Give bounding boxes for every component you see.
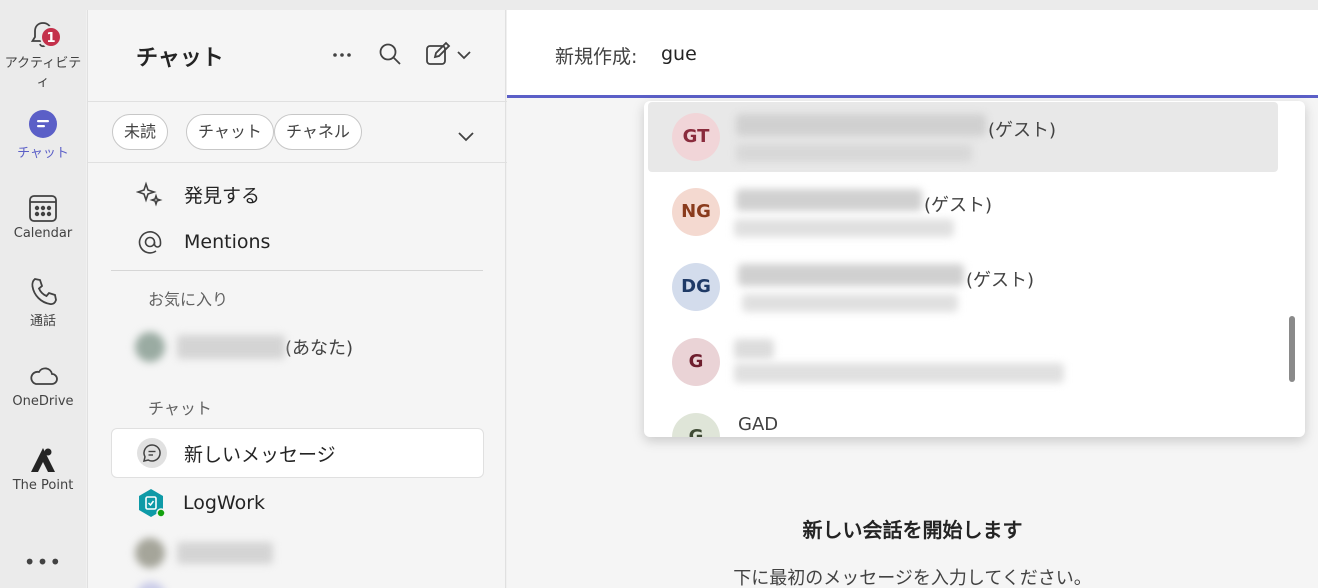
chat-row-new-message[interactable]: 新しいメッセージ [111,428,484,478]
calendar-icon [29,195,57,222]
favorites-heading: お気に入り [148,290,229,309]
redacted-email [742,294,958,312]
rail-chat[interactable]: チャット [0,108,86,161]
compose-pane: 新規作成: GT (ゲスト) NG (ゲスト) DG (ゲスト) G G [507,10,1318,588]
avatar: GT [672,113,720,161]
more-options-icon[interactable] [328,40,356,68]
activity-badge: 1 [40,26,62,48]
chat-list-pane: チャット 未読 チャット チャネル 発見する Mentions お気に入り (あ… [87,10,507,588]
avatar: DG [672,263,720,311]
suggestion-name: GAD [738,414,779,435]
header-divider [88,101,507,102]
rail-thepoint-label: The Point [12,478,74,493]
empty-state-subtitle: 下に最初のメッセージを入力してください。 [733,568,1092,588]
chevron-down-icon[interactable] [454,40,474,68]
chat-icon [29,110,57,138]
rail-onedrive[interactable]: OneDrive [0,360,86,409]
guest-tag: (ゲスト) [966,270,1035,291]
rail-activity[interactable]: アクティビティ 1 [0,18,86,90]
rail-calendar-label: Calendar [13,226,73,241]
filter-unread[interactable]: 未読 [112,114,169,150]
nav-discover-label: 発見する [184,184,261,207]
nav-mentions[interactable]: Mentions [136,224,270,260]
chat-row-logwork[interactable]: LogWork [111,478,484,528]
guest-tag: (ゲスト) [988,120,1057,141]
suggestion-item[interactable]: G [648,327,1278,397]
suggestion-item[interactable]: DG (ゲスト) [648,252,1278,322]
at-icon [138,231,162,254]
nav-mentions-label: Mentions [184,231,271,253]
redacted-name [177,335,285,359]
pane-title: チャット [136,46,224,71]
recipient-bar: 新規作成: [507,10,1318,98]
phone-icon [31,278,57,305]
the-point-app-icon [31,448,55,472]
avatar: G [672,338,720,386]
compose-icon[interactable] [424,40,452,68]
more-apps-icon[interactable]: ••• [0,550,86,574]
redacted-name [736,114,986,136]
avatar: G [672,413,720,437]
redacted-email [736,144,972,162]
chat-row-redacted[interactable] [111,528,484,578]
people-suggestions: GT (ゲスト) NG (ゲスト) DG (ゲスト) G G GAD [644,101,1305,437]
cloud-icon [30,367,58,385]
app-rail: アクティビティ 1 チャット Calendar 通話 OneDrive The … [0,10,86,588]
rail-chat-label: チャット [17,146,69,161]
avatar [135,538,165,568]
avatar: NG [672,188,720,236]
self-suffix: (あなた) [285,338,354,359]
chats-heading: チャット [148,399,212,418]
chat-row-label: 新しいメッセージ [184,443,336,466]
favorite-self-row[interactable]: (あなた) [111,322,484,372]
filter-channel[interactable]: チャネル [274,114,362,150]
rail-calls-label: 通話 [29,314,56,329]
sparkle-icon [136,181,163,207]
avatar [135,332,165,362]
rail-calls[interactable]: 通話 [0,276,86,329]
suggestion-item[interactable]: GT (ゲスト) [648,102,1278,172]
redacted-name [736,189,922,211]
nav-discover[interactable]: 発見する [136,176,260,212]
top-strip [0,0,1318,10]
rail-onedrive-label: OneDrive [12,394,74,409]
suggestion-item[interactable]: NG (ゲスト) [648,177,1278,247]
redacted-name [738,264,964,286]
filter-divider [88,162,507,163]
rail-calendar[interactable]: Calendar [0,192,86,241]
search-icon[interactable] [376,40,404,68]
guest-tag: (ゲスト) [924,195,993,216]
filter-expand-chevron-icon[interactable] [452,122,480,150]
redacted-name [177,542,273,564]
redacted-name [734,339,774,359]
rail-activity-label: アクティビティ [4,56,82,90]
rail-thepoint[interactable]: The Point [0,444,86,493]
redacted-email [734,363,1064,383]
chat-row-label: LogWork [183,492,266,514]
recipient-label: 新規作成: [555,46,638,68]
logwork-app-icon [139,489,166,518]
redacted-email [734,219,954,237]
chat-bubble-icon [137,438,167,468]
section-divider [111,270,483,271]
empty-state-title: 新しい会話を開始します [802,518,1023,542]
suggestion-item[interactable]: G GAD [648,402,1278,437]
recipient-input[interactable] [661,40,1061,68]
filter-chat[interactable]: チャット [186,114,274,150]
dropdown-scrollbar[interactable] [1289,316,1295,382]
avatar [136,582,166,588]
